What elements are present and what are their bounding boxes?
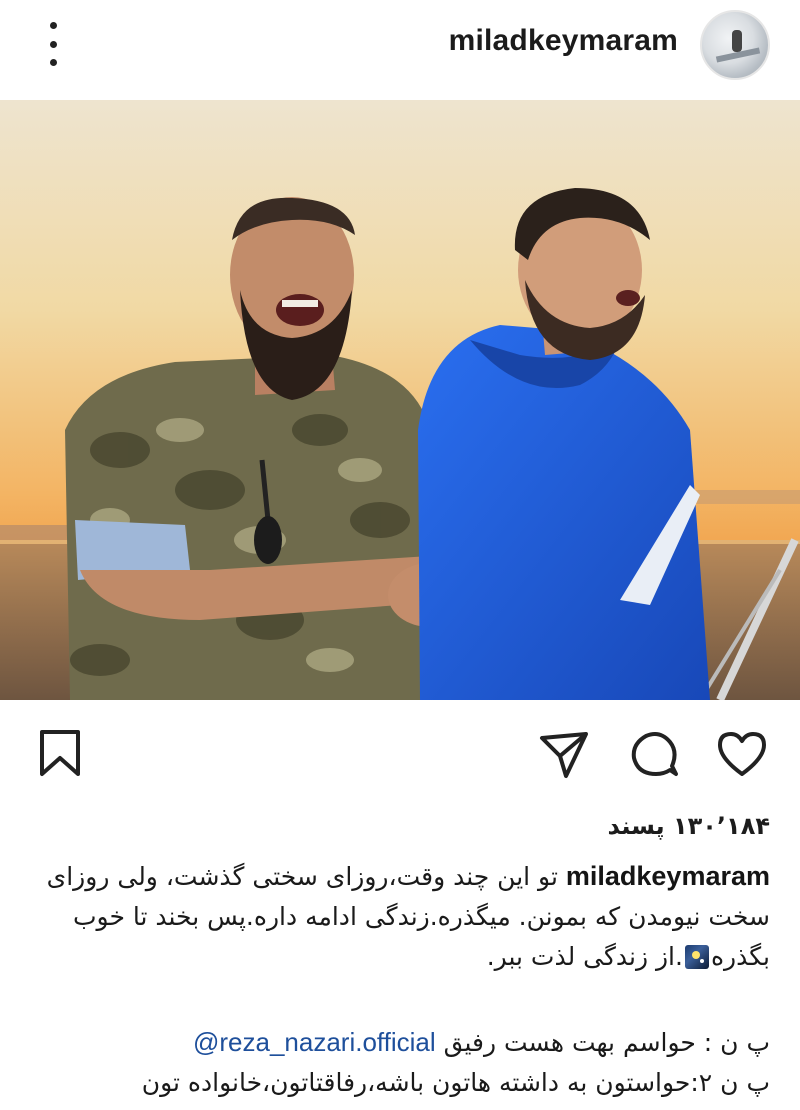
send-icon[interactable] xyxy=(538,728,590,780)
avatar-figure xyxy=(732,30,742,52)
menu-dot xyxy=(49,40,57,48)
post-actions xyxy=(0,700,800,810)
note-line-2: پ ن ۲:حواستون به داشته هاتون باشه،رفاقتا… xyxy=(141,1068,770,1097)
more-options-icon[interactable] xyxy=(40,22,66,66)
note-line-1: پ ن : حواسم بهت هست رفیق @reza_nazari.of… xyxy=(25,1022,770,1063)
comment-icon[interactable] xyxy=(628,728,680,780)
post-header: miladkeymaram xyxy=(0,0,800,100)
heart-icon[interactable] xyxy=(716,728,768,780)
menu-dot xyxy=(49,59,57,66)
author-avatar[interactable] xyxy=(700,10,770,80)
note-1-text: پ ن : حواسم بهت هست رفیق xyxy=(435,1028,770,1057)
caption-username[interactable]: miladkeymaram xyxy=(566,861,770,891)
likes-count[interactable]: ۱۳۰٬۱۸۴ پسند xyxy=(608,812,770,840)
night-sky-emoji xyxy=(684,945,709,969)
post-photo xyxy=(0,100,800,700)
caption-notes: پ ن : حواسم بهت هست رفیق @reza_nazari.of… xyxy=(25,1022,770,1103)
post-author-username[interactable]: miladkeymaram xyxy=(449,24,678,58)
mention-link[interactable]: @reza_nazari.official xyxy=(193,1027,436,1057)
post-caption: miladkeymaram تو این چند وقت،روزای سختی … xyxy=(25,856,770,977)
menu-dot xyxy=(49,22,57,29)
caption-text-end: .از زندگی لذت ببر. xyxy=(486,942,683,971)
post-image[interactable] xyxy=(0,100,800,700)
bookmark-icon[interactable] xyxy=(34,728,86,780)
